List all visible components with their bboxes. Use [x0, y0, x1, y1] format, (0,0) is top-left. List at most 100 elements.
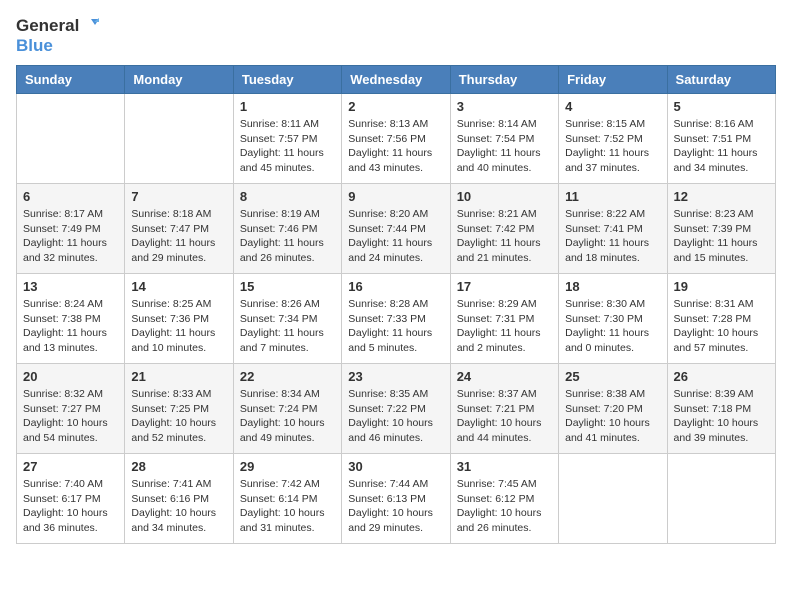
day-info: Sunrise: 8:24 AM Sunset: 7:38 PM Dayligh… — [23, 297, 118, 356]
day-number: 6 — [23, 189, 118, 204]
day-number: 3 — [457, 99, 552, 114]
calendar-cell: 28 Sunrise: 7:41 AM Sunset: 6:16 PM Dayli… — [125, 454, 233, 544]
day-info: Sunrise: 8:18 AM Sunset: 7:47 PM Dayligh… — [131, 207, 226, 266]
calendar-cell: 4 Sunrise: 8:15 AM Sunset: 7:52 PM Daylig… — [559, 94, 667, 184]
day-number: 7 — [131, 189, 226, 204]
day-info: Sunrise: 8:39 AM Sunset: 7:18 PM Dayligh… — [674, 387, 769, 446]
day-number: 12 — [674, 189, 769, 204]
calendar-cell: 8 Sunrise: 8:19 AM Sunset: 7:46 PM Daylig… — [233, 184, 341, 274]
calendar-cell: 21 Sunrise: 8:33 AM Sunset: 7:25 PM Dayli… — [125, 364, 233, 454]
day-info: Sunrise: 8:13 AM Sunset: 7:56 PM Dayligh… — [348, 117, 443, 176]
calendar-cell: 18 Sunrise: 8:30 AM Sunset: 7:30 PM Dayli… — [559, 274, 667, 364]
weekday-header: Saturday — [667, 66, 775, 94]
calendar-cell: 24 Sunrise: 8:37 AM Sunset: 7:21 PM Dayli… — [450, 364, 558, 454]
calendar-cell: 7 Sunrise: 8:18 AM Sunset: 7:47 PM Daylig… — [125, 184, 233, 274]
calendar-cell: 25 Sunrise: 8:38 AM Sunset: 7:20 PM Dayli… — [559, 364, 667, 454]
day-info: Sunrise: 8:22 AM Sunset: 7:41 PM Dayligh… — [565, 207, 660, 266]
day-number: 26 — [674, 369, 769, 384]
day-info: Sunrise: 8:38 AM Sunset: 7:20 PM Dayligh… — [565, 387, 660, 446]
day-number: 23 — [348, 369, 443, 384]
calendar-cell: 12 Sunrise: 8:23 AM Sunset: 7:39 PM Dayli… — [667, 184, 775, 274]
day-number: 28 — [131, 459, 226, 474]
day-info: Sunrise: 8:11 AM Sunset: 7:57 PM Dayligh… — [240, 117, 335, 176]
calendar-table: SundayMondayTuesdayWednesdayThursdayFrid… — [16, 65, 776, 544]
day-info: Sunrise: 8:21 AM Sunset: 7:42 PM Dayligh… — [457, 207, 552, 266]
day-number: 14 — [131, 279, 226, 294]
weekday-header: Wednesday — [342, 66, 450, 94]
calendar-week-row: 13 Sunrise: 8:24 AM Sunset: 7:38 PM Dayli… — [17, 274, 776, 364]
logo-wordmark: General Blue — [16, 16, 99, 55]
calendar-cell: 10 Sunrise: 8:21 AM Sunset: 7:42 PM Dayli… — [450, 184, 558, 274]
calendar-cell: 15 Sunrise: 8:26 AM Sunset: 7:34 PM Dayli… — [233, 274, 341, 364]
calendar-cell — [125, 94, 233, 184]
logo-bird-icon — [81, 17, 99, 35]
day-number: 4 — [565, 99, 660, 114]
day-number: 22 — [240, 369, 335, 384]
day-number: 16 — [348, 279, 443, 294]
day-number: 31 — [457, 459, 552, 474]
calendar-cell: 30Sunrise: 7:44 AM Sunset: 6:13 PM Dayli… — [342, 454, 450, 544]
day-info: Sunrise: 8:19 AM Sunset: 7:46 PM Dayligh… — [240, 207, 335, 266]
day-info: Sunrise: 8:33 AM Sunset: 7:25 PM Dayligh… — [131, 387, 226, 446]
day-number: 10 — [457, 189, 552, 204]
day-info: Sunrise: 7:41 AM Sunset: 6:16 PM Dayligh… — [131, 477, 226, 536]
calendar-cell: 27 Sunrise: 7:40 AM Sunset: 6:17 PM Dayli… — [17, 454, 125, 544]
day-number: 9 — [348, 189, 443, 204]
day-info: Sunrise: 7:42 AM Sunset: 6:14 PM Dayligh… — [240, 477, 335, 536]
calendar-cell: 22Sunrise: 8:34 AM Sunset: 7:24 PM Dayli… — [233, 364, 341, 454]
calendar-cell: 6 Sunrise: 8:17 AM Sunset: 7:49 PM Daylig… — [17, 184, 125, 274]
calendar-cell: 9Sunrise: 8:20 AM Sunset: 7:44 PM Daylig… — [342, 184, 450, 274]
day-info: Sunrise: 8:15 AM Sunset: 7:52 PM Dayligh… — [565, 117, 660, 176]
calendar-cell — [17, 94, 125, 184]
weekday-header: Sunday — [17, 66, 125, 94]
day-info: Sunrise: 8:30 AM Sunset: 7:30 PM Dayligh… — [565, 297, 660, 356]
weekday-header: Friday — [559, 66, 667, 94]
calendar-cell — [667, 454, 775, 544]
day-info: Sunrise: 8:28 AM Sunset: 7:33 PM Dayligh… — [348, 297, 443, 356]
day-info: Sunrise: 8:25 AM Sunset: 7:36 PM Dayligh… — [131, 297, 226, 356]
day-number: 1 — [240, 99, 335, 114]
day-info: Sunrise: 7:40 AM Sunset: 6:17 PM Dayligh… — [23, 477, 118, 536]
calendar-cell: 16 Sunrise: 8:28 AM Sunset: 7:33 PM Dayli… — [342, 274, 450, 364]
calendar-cell: 5Sunrise: 8:16 AM Sunset: 7:51 PM Daylig… — [667, 94, 775, 184]
calendar-cell — [559, 454, 667, 544]
calendar-cell: 29 Sunrise: 7:42 AM Sunset: 6:14 PM Dayli… — [233, 454, 341, 544]
day-info: Sunrise: 8:35 AM Sunset: 7:22 PM Dayligh… — [348, 387, 443, 446]
day-info: Sunrise: 8:14 AM Sunset: 7:54 PM Dayligh… — [457, 117, 552, 176]
calendar-cell: 2Sunrise: 8:13 AM Sunset: 7:56 PM Daylig… — [342, 94, 450, 184]
day-number: 20 — [23, 369, 118, 384]
day-number: 27 — [23, 459, 118, 474]
weekday-header: Thursday — [450, 66, 558, 94]
day-number: 21 — [131, 369, 226, 384]
calendar-header-row: SundayMondayTuesdayWednesdayThursdayFrid… — [17, 66, 776, 94]
day-info: Sunrise: 8:17 AM Sunset: 7:49 PM Dayligh… — [23, 207, 118, 266]
logo: General Blue — [16, 16, 99, 55]
day-info: Sunrise: 8:31 AM Sunset: 7:28 PM Dayligh… — [674, 297, 769, 356]
day-number: 11 — [565, 189, 660, 204]
day-number: 13 — [23, 279, 118, 294]
day-info: Sunrise: 8:29 AM Sunset: 7:31 PM Dayligh… — [457, 297, 552, 356]
day-number: 25 — [565, 369, 660, 384]
day-number: 29 — [240, 459, 335, 474]
calendar-week-row: 20 Sunrise: 8:32 AM Sunset: 7:27 PM Dayli… — [17, 364, 776, 454]
day-number: 24 — [457, 369, 552, 384]
calendar-cell: 26 Sunrise: 8:39 AM Sunset: 7:18 PM Dayli… — [667, 364, 775, 454]
calendar-cell: 19 Sunrise: 8:31 AM Sunset: 7:28 PM Dayli… — [667, 274, 775, 364]
calendar-cell: 14 Sunrise: 8:25 AM Sunset: 7:36 PM Dayli… — [125, 274, 233, 364]
weekday-header: Monday — [125, 66, 233, 94]
day-info: Sunrise: 7:45 AM Sunset: 6:12 PM Dayligh… — [457, 477, 552, 536]
day-info: Sunrise: 8:26 AM Sunset: 7:34 PM Dayligh… — [240, 297, 335, 356]
day-number: 18 — [565, 279, 660, 294]
calendar-cell: 11 Sunrise: 8:22 AM Sunset: 7:41 PM Dayli… — [559, 184, 667, 274]
day-info: Sunrise: 8:32 AM Sunset: 7:27 PM Dayligh… — [23, 387, 118, 446]
day-number: 15 — [240, 279, 335, 294]
day-info: Sunrise: 8:23 AM Sunset: 7:39 PM Dayligh… — [674, 207, 769, 266]
day-number: 30 — [348, 459, 443, 474]
calendar-cell: 23 Sunrise: 8:35 AM Sunset: 7:22 PM Dayli… — [342, 364, 450, 454]
day-info: Sunrise: 8:37 AM Sunset: 7:21 PM Dayligh… — [457, 387, 552, 446]
logo-blue: Blue — [16, 36, 99, 56]
calendar-cell: 20 Sunrise: 8:32 AM Sunset: 7:27 PM Dayli… — [17, 364, 125, 454]
day-info: Sunrise: 8:16 AM Sunset: 7:51 PM Dayligh… — [674, 117, 769, 176]
day-number: 19 — [674, 279, 769, 294]
day-number: 8 — [240, 189, 335, 204]
